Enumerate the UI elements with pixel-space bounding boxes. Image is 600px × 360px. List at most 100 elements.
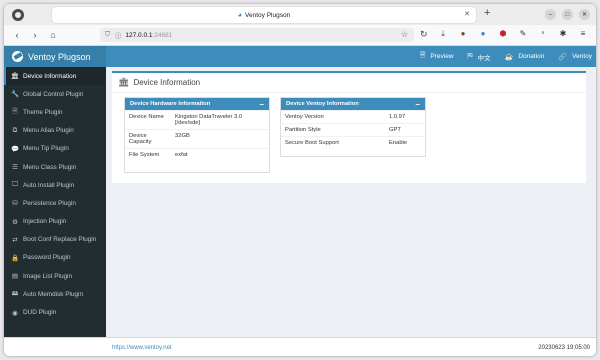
maximize-icon[interactable]: □	[562, 9, 573, 20]
ventoy-favicon-icon: ◕	[237, 11, 243, 19]
reload-icon[interactable]: ↻	[420, 29, 428, 40]
ventoy-label: Ventoy	[572, 53, 592, 60]
profile-icon[interactable]: ●	[458, 29, 468, 39]
sidebar-item-password-plugin[interactable]: 🔒 Password Plugin	[4, 249, 106, 267]
extensions-puzzle-icon[interactable]: ✱	[558, 29, 568, 39]
translate-icon[interactable]: ⁿ	[538, 29, 548, 39]
preview-label: Preview	[430, 53, 454, 60]
home-icon[interactable]: ⌂	[48, 30, 58, 40]
sidebar-item-device-information[interactable]: 🏛 Device Information	[4, 67, 106, 86]
minimize-icon[interactable]: –	[545, 9, 556, 20]
extension-feather-icon[interactable]: ✎	[518, 29, 528, 39]
ventoy-link[interactable]: 🔗 Ventoy	[558, 53, 592, 61]
table-key: Ventoy Version	[281, 110, 385, 124]
table-row: Device Name Kingston DataTraveler 3.0 [/d…	[125, 110, 269, 130]
sidebar-item-label: Injection Plugin	[23, 218, 67, 226]
sidebar-item-persistence-plugin[interactable]: ⛁ Persistence Plugin	[4, 194, 106, 212]
forward-icon[interactable]: ›	[30, 30, 40, 40]
sidebar-item-label: Auto Install Plugin	[23, 181, 75, 189]
url-port: :24681	[152, 31, 173, 39]
page-title-text: Device Information	[133, 78, 201, 87]
sidebar-item-global-control-plugin[interactable]: 🔧 Global Control Plugin	[4, 85, 106, 103]
table-value: 32GB	[171, 129, 269, 149]
table-key: Partition Style	[281, 123, 385, 137]
coffee-icon: ☕	[504, 53, 514, 61]
table-key: Device Name	[125, 110, 171, 130]
tab-title: Ventoy Plugson	[245, 11, 291, 19]
extension-blue-icon[interactable]: ●	[478, 29, 488, 39]
hardware-panel-title: Device Hardware Information	[130, 101, 211, 107]
comment-icon: 💬	[10, 145, 20, 153]
sidebar-item-auto-memdisk-plugin[interactable]: 🖴 Auto Memdisk Plugin	[4, 285, 106, 303]
lock-icon: 🔒	[10, 254, 20, 262]
hardware-table: Device Name Kingston DataTraveler 3.0 [/d…	[125, 110, 269, 161]
desktop-icon: 🖵	[11, 181, 19, 189]
wrench-icon: 🔧	[10, 91, 20, 99]
back-icon[interactable]: ‹	[12, 30, 22, 40]
table-row: File System exfat	[125, 148, 269, 161]
ublock-icon[interactable]: ⬢	[498, 29, 508, 39]
browser-tab[interactable]: ◕ Ventoy Plugson ✕	[52, 7, 476, 23]
preview-link[interactable]: 🗎 Preview	[420, 51, 454, 62]
sidebar-item-label: Device Information	[23, 72, 77, 80]
exchange-icon: ⇄	[12, 236, 18, 244]
sidebar-item-injection-plugin[interactable]: ⚙ Injection Plugin	[4, 213, 106, 231]
ventoy-table: Ventoy Version 1.0.97 Partition Style GPT …	[281, 110, 425, 149]
table-row: Device Capacity 32GB	[125, 129, 269, 149]
ventoy-logo-icon	[12, 51, 23, 62]
list-alt-icon: ▤	[11, 273, 19, 281]
preview-icon: 🗎	[419, 52, 426, 59]
sidebar-item-menu-alias-plugin[interactable]: ⧉ Menu Alias Plugin	[4, 122, 106, 140]
bookmark-star-icon[interactable]: ☆	[401, 30, 408, 39]
footer-version: 20230623 19:05:00	[538, 345, 590, 351]
sidebar: 🏛 Device Information 🔧 Global Control Plugi…	[4, 67, 106, 337]
sidebar-item-menu-class-plugin[interactable]: ☰ Menu Class Plugin	[4, 158, 106, 176]
database-icon: ⛁	[12, 200, 18, 208]
cog-icon: ⚙	[12, 218, 18, 226]
new-tab-icon[interactable]: +	[484, 7, 490, 19]
language-icon: ⛿	[467, 52, 473, 60]
table-key: Device Capacity	[125, 129, 171, 149]
sidebar-item-label: Theme Plugin	[23, 108, 63, 116]
language-label: 中文	[477, 54, 491, 62]
language-link[interactable]: ⛿ 中文	[468, 52, 491, 62]
tracking-shield-icon[interactable]: ⛉	[105, 31, 110, 39]
header-nav: 🗎 Preview ⛿ 中文 ☕ Donation 🔗 Ventoy	[106, 46, 596, 67]
browser-window: ◕ Ventoy Plugson ✕ + – □ ✕ ‹ › ⌂ ⛉ ⓘ 127…	[4, 4, 596, 356]
sidebar-item-menu-tip-plugin[interactable]: 💬 Menu Tip Plugin	[4, 140, 106, 158]
sidebar-item-label: DUD Plugin	[23, 309, 57, 317]
sidebar-item-theme-plugin[interactable]: 🗎 Theme Plugin	[4, 103, 106, 121]
sidebar-item-boot-conf-replace-plugin[interactable]: ⇄ Boot Conf Replace Plugin	[4, 231, 106, 249]
firefox-view-icon[interactable]	[12, 8, 24, 21]
close-window-icon[interactable]: ✕	[579, 9, 590, 20]
url-host: 127.0.0.1	[125, 31, 153, 39]
sidebar-item-auto-install-plugin[interactable]: 🖵 Auto Install Plugin	[4, 176, 106, 194]
page-title: 🏛 Device Information	[118, 77, 580, 88]
tab-bar: ◕ Ventoy Plugson ✕ + – □ ✕	[4, 4, 596, 25]
disc-icon: ◉	[12, 309, 18, 317]
address-bar[interactable]: ⛉ ⓘ 127.0.0.1:24681 ☆	[100, 28, 414, 42]
collapse-icon[interactable]: –	[416, 100, 420, 109]
sidebar-item-image-list-plugin[interactable]: ▤ Image List Plugin	[4, 267, 106, 285]
donation-link[interactable]: ☕ Donation	[505, 53, 545, 61]
sidebar-item-dud-plugin[interactable]: ◉ DUD Plugin	[4, 303, 106, 321]
brand-title: Ventoy Plugson	[28, 51, 91, 62]
table-value: GPT	[385, 123, 425, 137]
table-key: File System	[125, 148, 171, 161]
menu-icon[interactable]: ≡	[578, 29, 588, 39]
footer-link[interactable]: https://www.ventoy.net	[112, 345, 172, 351]
table-row: Partition Style GPT	[281, 123, 425, 137]
file-icon: 🗎	[12, 107, 18, 115]
ventoy-panel-title: Device Ventoy Information	[286, 101, 359, 107]
donation-label: Donation	[518, 53, 545, 60]
hdd-icon: 🖴	[11, 289, 19, 297]
table-value: Enable	[385, 136, 425, 149]
site-info-icon[interactable]: ⓘ	[115, 30, 122, 40]
link-icon: 🔗	[558, 53, 568, 61]
sidebar-item-label: Menu Tip Plugin	[23, 145, 69, 153]
sidebar-item-label: Global Control Plugin	[23, 90, 84, 98]
downloads-icon[interactable]: ⤓	[438, 29, 448, 39]
brand[interactable]: Ventoy Plugson	[4, 46, 106, 67]
collapse-icon[interactable]: –	[260, 100, 264, 109]
close-tab-icon[interactable]: ✕	[464, 10, 470, 18]
